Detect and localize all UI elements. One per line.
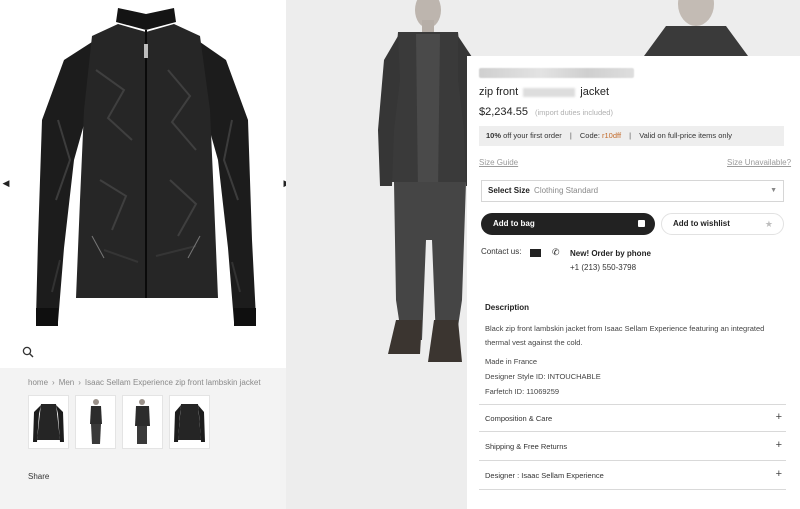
add-to-wishlist-button[interactable]: Add to wishlist ★ — [661, 213, 784, 235]
description-text: Black zip front lambskin jacket from Isa… — [485, 324, 765, 347]
promo-banner: 10% off your first order | Code: r10dff … — [479, 126, 784, 146]
made-in: Made in France — [485, 357, 538, 366]
size-guide-link[interactable]: Size Guide — [479, 158, 518, 167]
breadcrumb-separator: › — [78, 378, 81, 387]
promo-offer: 10% — [486, 131, 502, 140]
promo-code: r10dff — [602, 131, 622, 140]
promo-code-label: Code: — [579, 131, 600, 140]
accordion-label: Composition & Care — [485, 414, 553, 423]
phone-number[interactable]: +1 (213) 550-3798 — [570, 263, 636, 272]
accordion-label: Shipping & Free Returns — [485, 442, 568, 451]
title-prefix: zip front — [479, 86, 519, 98]
jacket-image — [36, 8, 256, 326]
description-heading: Description — [485, 303, 530, 312]
chevron-down-icon: ▼ — [770, 187, 777, 194]
star-icon: ★ — [764, 219, 773, 229]
size-select-label: Select Size — [488, 186, 530, 195]
plus-icon: + — [775, 439, 782, 451]
promo-validity: Valid on full-price items only — [639, 131, 733, 140]
breadcrumb-separator: › — [52, 378, 55, 387]
breadcrumb: home › Men › Isaac Sellam Experience zip fro… — [28, 378, 261, 387]
size-standard: Clothing Standard — [534, 186, 599, 195]
farfetch-id: Farfetch ID: 11069259 — [485, 387, 560, 396]
main-product-image[interactable]: ◀ ▶ — [0, 0, 286, 368]
title-blurred-segment — [523, 87, 576, 97]
thumbnail-front[interactable] — [28, 395, 69, 449]
phone-icon: ✆ — [552, 247, 560, 257]
promo-offer-text: off your first order — [503, 131, 562, 140]
add-to-bag-button[interactable]: Add to bag — [481, 213, 655, 235]
designer-style-id: Designer Style ID: INTOUCHABLE — [485, 372, 601, 381]
share-link[interactable]: Share — [28, 472, 49, 481]
add-to-bag-label: Add to bag — [493, 219, 535, 228]
accordion-designer[interactable]: Designer : Isaac Sellam Experience + — [479, 462, 786, 490]
product-title: zip front jacket — [479, 86, 609, 98]
thumbnail-strip — [28, 395, 210, 449]
duties-note: (import duties included) — [535, 108, 613, 117]
breadcrumb-home[interactable]: home — [28, 378, 48, 387]
thumbnail-model-front[interactable] — [75, 395, 116, 449]
add-to-wishlist-label: Add to wishlist — [673, 219, 730, 228]
phone-order-title: New! Order by phone — [570, 249, 651, 258]
contact-label: Contact us: — [481, 247, 522, 256]
product-detail-panel: zip front jacket $2,234.55 (import dutie… — [467, 56, 800, 509]
designer-name-blurred — [479, 68, 634, 78]
plus-icon: + — [775, 468, 782, 480]
magnifier-icon[interactable] — [22, 346, 34, 358]
product-price: $2,234.55 (import duties included) — [479, 106, 613, 118]
breadcrumb-current: Isaac Sellam Experience zip front lambsk… — [84, 378, 261, 387]
breadcrumb-men[interactable]: Men — [59, 378, 75, 387]
accordion-label: Designer : Isaac Sellam Experience — [485, 471, 604, 480]
accordion-composition[interactable]: Composition & Care + — [479, 404, 786, 432]
size-select[interactable]: Select Size Clothing Standard ▼ — [481, 180, 784, 202]
accordion-shipping[interactable]: Shipping & Free Returns + — [479, 433, 786, 461]
mail-icon[interactable] — [530, 249, 541, 257]
chevron-left-icon[interactable]: ◀ — [0, 176, 12, 190]
bag-icon — [638, 220, 645, 227]
thumbnail-back[interactable] — [169, 395, 210, 449]
plus-icon: + — [775, 411, 782, 423]
size-unavailable-link[interactable]: Size Unavailable? — [727, 158, 791, 167]
price-value: $2,234.55 — [479, 106, 528, 118]
title-suffix: jacket — [580, 86, 610, 98]
thumbnail-model-side[interactable] — [122, 395, 163, 449]
